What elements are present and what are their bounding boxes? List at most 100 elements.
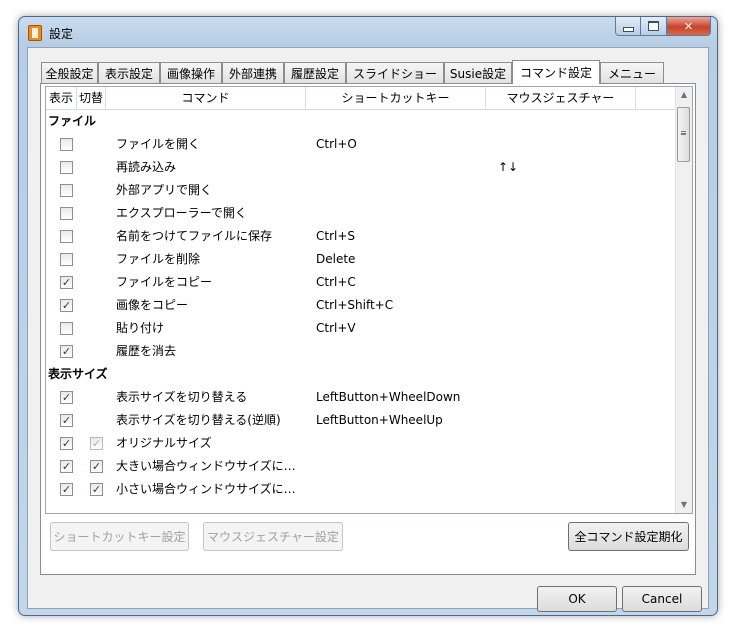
tab-label: 全般設定 [45, 66, 94, 81]
toggle-checkbox[interactable]: ✓ [90, 460, 103, 473]
table-row[interactable]: ✓ 履歴を消去 [46, 340, 678, 363]
show-checkbox[interactable] [60, 184, 73, 197]
show-checkbox[interactable]: ✓ [60, 414, 73, 427]
show-checkbox[interactable]: ✓ [60, 276, 73, 289]
settings-window: 設定 ✕ 全般設定 表示設定 画像操作 外部連携 履歴設定 スライドショー Su… [18, 16, 718, 616]
show-checkbox[interactable] [60, 253, 73, 266]
command-label: 表示サイズを切り替える(逆順) [116, 413, 281, 427]
minimize-icon [622, 26, 634, 32]
tab-label: コマンド設定 [519, 66, 592, 80]
header-shortcut[interactable]: ショートカットキー [306, 87, 486, 109]
command-label: 貼り付け [116, 321, 165, 335]
show-checkbox[interactable]: ✓ [60, 437, 73, 450]
show-checkbox[interactable]: ✓ [60, 299, 73, 312]
tab-display[interactable]: 表示設定 [98, 62, 160, 83]
reset-all-commands-button[interactable]: 全コマンド設定期化 [568, 522, 689, 551]
maximize-button[interactable] [641, 17, 667, 36]
grid-rows: ファイル ファイルを開く Ctrl+O 再読み込み ↑↓ 外部アプリで開く エク… [46, 110, 678, 501]
group-header: 表示サイズ [48, 367, 108, 381]
scroll-down-icon[interactable]: ▼ [676, 497, 692, 513]
table-row[interactable]: 貼り付け Ctrl+V [46, 317, 678, 340]
table-row[interactable]: 名前をつけてファイルに保存 Ctrl+S [46, 225, 678, 248]
shortcut-value: Delete [316, 252, 356, 266]
table-row[interactable]: ファイルを開く Ctrl+O [46, 133, 678, 156]
shortcut-value: Ctrl+S [316, 229, 356, 243]
ok-button[interactable]: OK [537, 586, 617, 612]
scroll-up-icon[interactable]: ▲ [676, 87, 692, 103]
table-row[interactable]: エクスプローラーで開く [46, 202, 678, 225]
table-row[interactable]: 再読み込み ↑↓ [46, 156, 678, 179]
command-label: 名前をつけてファイルに保存 [116, 229, 273, 243]
toggle-checkbox[interactable]: ✓ [90, 483, 103, 496]
tab-label: メニュー [607, 66, 656, 81]
shortcut-value: Ctrl+Shift+C [316, 298, 394, 312]
maximize-icon [648, 21, 659, 31]
command-grid[interactable]: 表示 切替 コマンド ショートカットキー マウスジェスチャー ファイル ファイル… [45, 86, 693, 514]
tab-image-ops[interactable]: 画像操作 [160, 62, 222, 83]
header-toggle[interactable]: 切替 [77, 87, 106, 109]
table-row[interactable]: ✓ ✓ オリジナルサイズ [46, 432, 678, 455]
vertical-scrollbar[interactable]: ▲ ▼ [675, 87, 692, 513]
tab-slideshow[interactable]: スライドショー [346, 62, 444, 83]
tab-label: スライドショー [352, 66, 437, 81]
shortcut-settings-button[interactable]: ショートカットキー設定 [50, 522, 189, 551]
tab-label: 外部連携 [228, 66, 277, 81]
command-label: ファイルをコピー [116, 275, 213, 289]
show-checkbox[interactable] [60, 161, 73, 174]
group-header: ファイル [48, 114, 97, 128]
table-row[interactable]: ✓ 画像をコピー Ctrl+Shift+C [46, 294, 678, 317]
show-checkbox[interactable] [60, 207, 73, 220]
command-label: 大きい場合ウィンドウサイズに… [116, 459, 296, 473]
tab-label: 履歴設定 [290, 66, 339, 81]
tab-external[interactable]: 外部連携 [222, 62, 284, 83]
close-icon: ✕ [683, 19, 694, 33]
show-checkbox[interactable]: ✓ [60, 460, 73, 473]
tab-general[interactable]: 全般設定 [41, 62, 98, 83]
tab-label: 画像操作 [166, 66, 215, 81]
header-gesture[interactable]: マウスジェスチャー [486, 87, 636, 109]
grid-header: 表示 切替 コマンド ショートカットキー マウスジェスチャー [46, 87, 678, 110]
table-row[interactable]: ファイルを削除 Delete [46, 248, 678, 271]
toggle-checkbox[interactable]: ✓ [90, 437, 103, 450]
command-label: オリジナルサイズ [116, 436, 212, 450]
shortcut-value: LeftButton+WheelUp [316, 413, 443, 427]
table-row[interactable]: ✓ ファイルをコピー Ctrl+C [46, 271, 678, 294]
show-checkbox[interactable]: ✓ [60, 345, 73, 358]
tab-history[interactable]: 履歴設定 [284, 62, 346, 83]
show-checkbox[interactable] [60, 322, 73, 335]
command-settings-panel: 表示 切替 コマンド ショートカットキー マウスジェスチャー ファイル ファイル… [40, 83, 696, 575]
header-command[interactable]: コマンド [106, 87, 306, 109]
tab-menu[interactable]: メニュー [600, 62, 664, 83]
header-show[interactable]: 表示 [46, 87, 77, 109]
show-checkbox[interactable] [60, 138, 73, 151]
shortcut-value: Ctrl+C [316, 275, 356, 289]
dialog-client: 全般設定 表示設定 画像操作 外部連携 履歴設定 スライドショー Susie設定… [27, 47, 709, 612]
table-row[interactable]: 外部アプリで開く [46, 179, 678, 202]
show-checkbox[interactable]: ✓ [60, 483, 73, 496]
command-label: ファイルを削除 [116, 252, 201, 266]
command-label: エクスプローラーで開く [116, 206, 247, 220]
show-checkbox[interactable] [60, 230, 73, 243]
title-bar[interactable]: 設定 ✕ [19, 17, 717, 47]
show-checkbox[interactable]: ✓ [60, 391, 73, 404]
shortcut-value: LeftButton+WheelDown [316, 390, 461, 404]
app-icon [28, 25, 42, 41]
cancel-button[interactable]: Cancel [622, 586, 702, 612]
table-row[interactable]: ✓ 表示サイズを切り替える(逆順) LeftButton+WheelUp [46, 409, 678, 432]
tab-susie[interactable]: Susie設定 [444, 62, 512, 83]
tab-command-settings[interactable]: コマンド設定 [512, 60, 600, 84]
minimize-button[interactable] [615, 17, 641, 36]
scroll-thumb[interactable] [677, 107, 690, 162]
shortcut-value: Ctrl+O [316, 137, 357, 151]
command-label: 画像をコピー [116, 298, 189, 312]
window-title: 設定 [49, 27, 74, 41]
table-row[interactable]: ✓ 表示サイズを切り替える LeftButton+WheelDown [46, 386, 678, 409]
table-row[interactable]: ✓ ✓ 大きい場合ウィンドウサイズに… [46, 455, 678, 478]
close-button[interactable]: ✕ [667, 17, 711, 36]
command-label: 履歴を消去 [116, 344, 177, 358]
gesture-settings-button[interactable]: マウスジェスチャー設定 [203, 522, 343, 551]
shortcut-value: Ctrl+V [316, 321, 356, 335]
table-row[interactable]: ✓ ✓ 小さい場合ウィンドウサイズに… [46, 478, 678, 501]
command-label: 再読み込み [116, 160, 177, 174]
caption-buttons: ✕ [615, 17, 711, 37]
